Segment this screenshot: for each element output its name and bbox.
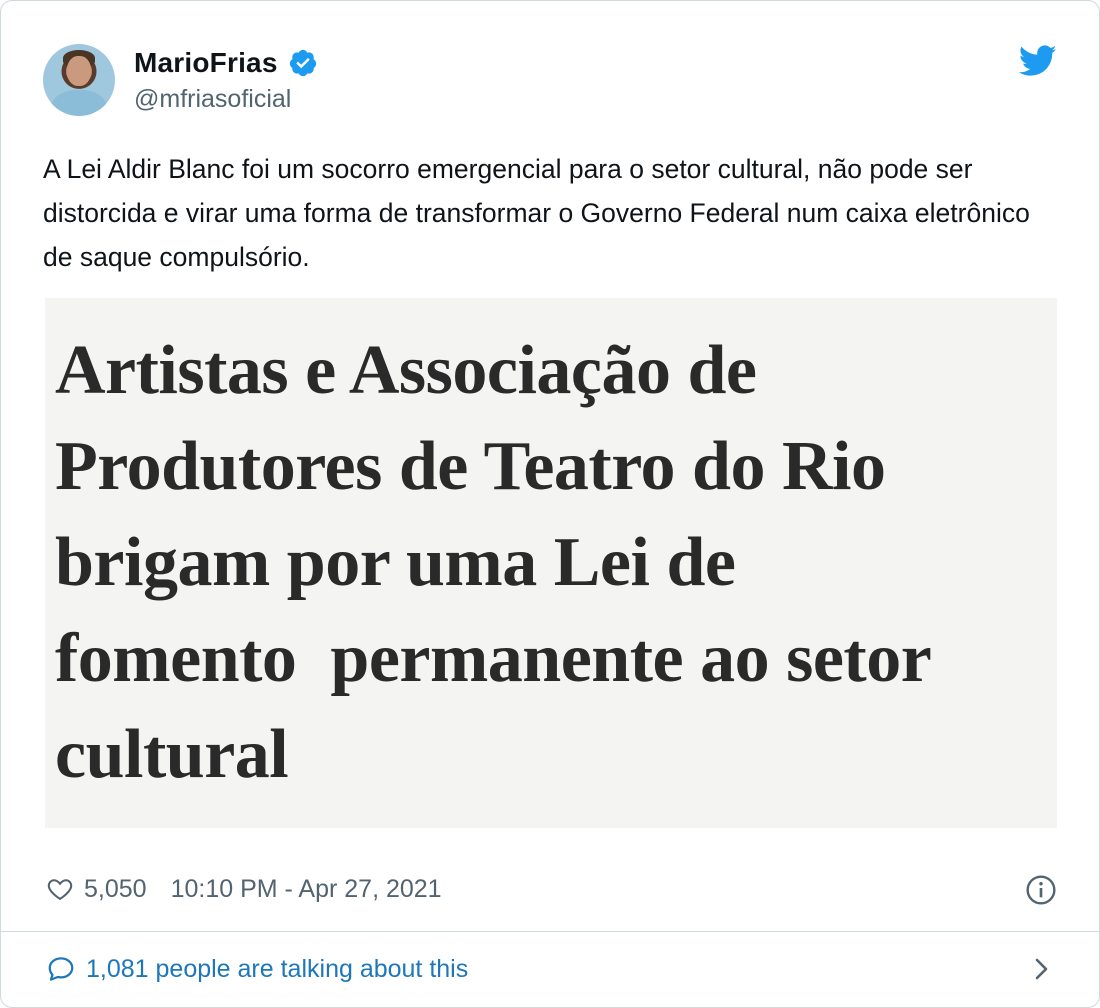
heart-icon[interactable] [46,875,74,903]
author-name-row[interactable]: MarioFrias [134,45,318,81]
author-handle[interactable]: @mfriasoficial [134,85,291,114]
info-icon[interactable] [1025,874,1057,906]
headline-line: cultural [55,716,289,793]
avatar[interactable] [43,44,115,116]
talking-about-text[interactable]: 1,081 people are talking about this [86,955,468,984]
like-count[interactable]: 5,050 [84,875,147,904]
conversation-link[interactable]: 1,081 people are talking about this [46,949,468,989]
headline-line: fomento permanente ao setor [55,620,932,697]
speech-bubble-icon [48,957,74,981]
chevron-right-icon[interactable] [1031,955,1053,983]
headline-line: brigam por uma Lei de [55,524,736,601]
tweet-timestamp[interactable]: 10:10 PM - Apr 27, 2021 [171,875,442,904]
verified-badge-icon [289,49,316,77]
tweet-text: A Lei Aldir Blanc foi um socorro emergen… [43,154,1030,272]
media-headline: Artistas e Associação de Produtores de T… [55,323,1055,803]
headline-line: Produtores de Teatro do Rio [55,428,886,505]
divider [1,931,1099,932]
tweet-card[interactable]: MarioFrias @mfriasoficial A Lei Aldir Bl… [0,0,1100,1008]
twitter-bird-icon[interactable] [1019,45,1057,77]
tweet-meta: 5,050 10:10 PM - Apr 27, 2021 [46,869,442,909]
author-display-name[interactable]: MarioFrias [134,47,278,79]
headline-line: Artistas e Associação de [55,332,757,409]
